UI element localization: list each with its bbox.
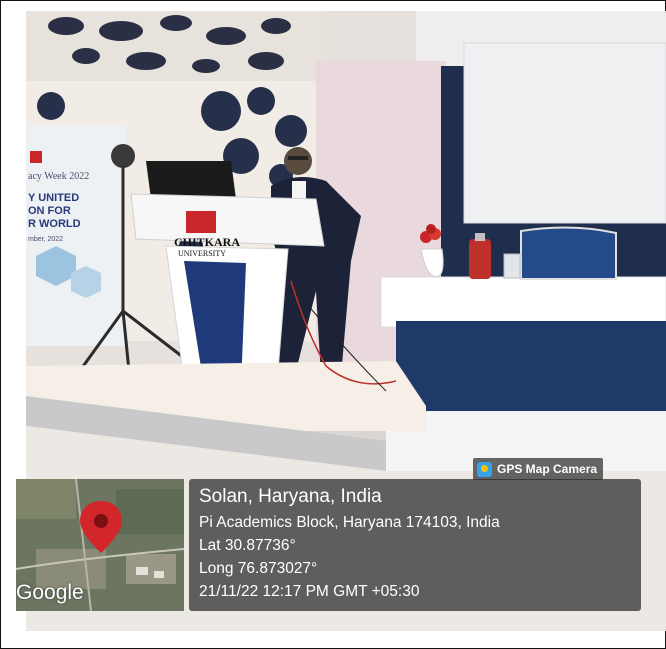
location-latitude: Lat 30.87736° bbox=[199, 537, 296, 554]
banner-line-1: acy Week 2022 bbox=[28, 171, 89, 182]
podium-brand: CHITKARA bbox=[174, 235, 240, 249]
gps-map-camera-label: GPS Map Camera bbox=[497, 462, 598, 476]
gps-map-camera-badge: GPS Map Camera bbox=[473, 458, 604, 480]
banner-line-5: mber, 2022 bbox=[28, 236, 63, 243]
banner-line-2: Y UNITED bbox=[28, 192, 79, 204]
google-logo: Google bbox=[16, 581, 84, 604]
location-longitude: Long 76.873027° bbox=[199, 560, 318, 577]
gps-camera-app-icon bbox=[477, 461, 492, 477]
map-thumbnail: Google bbox=[16, 479, 184, 611]
location-city: Solan, Haryana, India bbox=[199, 486, 382, 507]
banner-line-3: ON FOR bbox=[28, 205, 71, 217]
location-address: Pi Academics Block, Haryana 174103, Indi… bbox=[199, 514, 500, 531]
location-datetime: 21/11/22 12:17 PM GMT +05:30 bbox=[199, 583, 420, 600]
banner-line-4: R WORLD bbox=[28, 218, 81, 230]
image-frame: acy Week 2022 Y UNITED ON FOR R WORLD mb… bbox=[0, 0, 666, 649]
location-info-panel: Solan, Haryana, India Pi Academics Block… bbox=[189, 479, 641, 611]
podium-sub: UNIVERSITY bbox=[178, 249, 226, 258]
